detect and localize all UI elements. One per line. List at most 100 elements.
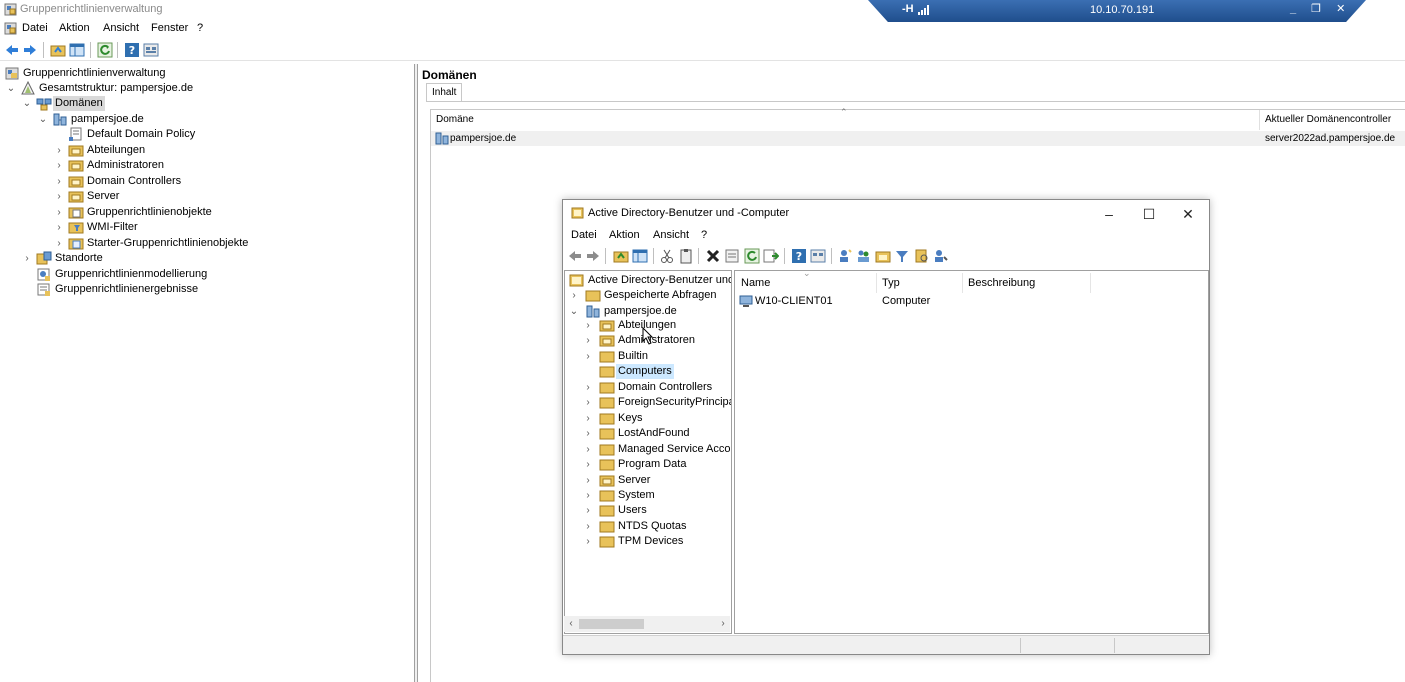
aduc-menu-ansicht[interactable]: Ansicht	[653, 229, 689, 241]
aduc-menu-datei[interactable]: Datei	[571, 229, 597, 241]
forward-arrow-icon[interactable]	[585, 248, 601, 264]
expand-chevron-icon[interactable]: ›	[583, 395, 593, 410]
menu-help[interactable]: ?	[197, 22, 203, 34]
expand-chevron-icon[interactable]: ›	[54, 236, 64, 251]
add-to-group-icon[interactable]	[933, 248, 949, 264]
refresh-icon[interactable]	[744, 248, 760, 264]
tree-label: Managed Service Accounts	[618, 443, 731, 455]
expand-chevron-icon[interactable]: ›	[583, 411, 593, 426]
export-list-icon[interactable]	[763, 248, 779, 264]
expand-chevron-icon[interactable]: ›	[583, 426, 593, 441]
sort-ascending-icon: ⌃	[840, 107, 848, 117]
show-hide-tree-icon[interactable]	[632, 248, 648, 264]
expand-chevron-icon[interactable]: ›	[583, 457, 593, 472]
expand-chevron-icon[interactable]: ›	[54, 174, 64, 189]
collapse-chevron-icon[interactable]: ⌄	[22, 96, 32, 111]
rdp-window-controls[interactable]: _ ❐ ✕	[1290, 2, 1351, 15]
aduc-menu-help[interactable]: ?	[701, 229, 707, 241]
column-header-dc[interactable]: Aktueller Domänencontroller	[1265, 110, 1391, 130]
menu-fenster[interactable]: Fenster	[151, 22, 188, 34]
filter-icon[interactable]	[894, 248, 910, 264]
expand-chevron-icon[interactable]: ›	[583, 534, 593, 549]
expand-chevron-icon[interactable]: ›	[583, 488, 593, 503]
properties-view-icon[interactable]	[143, 42, 159, 58]
new-group-icon[interactable]	[856, 248, 872, 264]
maximize-button[interactable]: ☐	[1130, 203, 1168, 225]
tree-horizontal-scrollbar[interactable]: ‹ ›	[564, 616, 730, 632]
folder-icon	[599, 413, 615, 425]
scroll-right-icon[interactable]: ›	[716, 616, 730, 632]
column-separator[interactable]	[1259, 110, 1260, 130]
gpo-link-icon	[69, 127, 82, 141]
forest-icon	[21, 81, 35, 95]
toolbar-separator	[117, 42, 118, 58]
cut-icon[interactable]	[659, 248, 675, 264]
help-icon[interactable]: ?	[124, 42, 140, 58]
expand-chevron-icon[interactable]: ›	[583, 519, 593, 534]
column-header-domain[interactable]: Domäne	[436, 110, 474, 130]
expand-chevron-icon[interactable]: ›	[54, 158, 64, 173]
menu-aktion[interactable]: Aktion	[59, 22, 90, 34]
find-icon[interactable]	[914, 248, 930, 264]
expand-chevron-icon[interactable]: ›	[54, 220, 64, 235]
expand-chevron-icon[interactable]: ›	[54, 205, 64, 220]
properties-view-icon[interactable]	[810, 248, 826, 264]
up-folder-icon[interactable]	[50, 42, 66, 58]
column-header-typ[interactable]: Typ	[882, 274, 900, 292]
scroll-left-icon[interactable]: ‹	[564, 616, 578, 632]
toolbar-separator	[90, 42, 91, 58]
tree-label: Server	[87, 190, 120, 202]
console-icon[interactable]	[4, 22, 17, 35]
paste-icon[interactable]	[678, 248, 694, 264]
menu-datei[interactable]: Datei	[22, 22, 48, 34]
back-arrow-icon[interactable]	[4, 42, 20, 58]
expand-chevron-icon[interactable]: ›	[54, 189, 64, 204]
scrollbar-thumb[interactable]	[579, 619, 644, 629]
minimize-button[interactable]: –	[1090, 203, 1128, 225]
help-icon[interactable]: ?	[791, 248, 807, 264]
tree-label: Domain Controllers	[618, 381, 713, 393]
column-separator[interactable]	[1090, 273, 1091, 293]
aduc-ou-list: › Abteilungen › Administratoren › Builtin Comp…	[563, 270, 731, 610]
expand-chevron-icon[interactable]: ›	[22, 251, 32, 266]
rdp-pin-icon[interactable]: -H	[902, 3, 914, 15]
pane-splitter[interactable]	[415, 64, 418, 682]
column-separator[interactable]	[876, 273, 877, 293]
expand-chevron-icon[interactable]: ›	[54, 143, 64, 158]
menu-ansicht[interactable]: Ansicht	[103, 22, 139, 34]
refresh-icon[interactable]	[97, 42, 113, 58]
expand-chevron-icon[interactable]: ›	[583, 349, 593, 364]
gpmc-app-icon	[4, 3, 17, 16]
tree-label: Users	[618, 504, 647, 516]
column-header-beschreibung[interactable]: Beschreibung	[968, 274, 1035, 292]
collapse-chevron-icon[interactable]: ⌄	[6, 81, 16, 96]
tab-inhalt[interactable]: Inhalt	[426, 83, 463, 102]
ou-folder-icon	[599, 320, 615, 332]
back-arrow-icon[interactable]	[567, 248, 583, 264]
delete-icon[interactable]	[705, 248, 721, 264]
properties-icon[interactable]	[724, 248, 740, 264]
aduc-menu-aktion[interactable]: Aktion	[609, 229, 640, 241]
table-row[interactable]: W10-CLIENT01 Computer	[735, 294, 1208, 310]
new-user-icon[interactable]	[837, 248, 853, 264]
close-button[interactable]: ✕	[1169, 203, 1207, 225]
show-hide-tree-icon[interactable]	[69, 42, 85, 58]
expand-chevron-icon[interactable]: ›	[583, 333, 593, 348]
expand-chevron-icon[interactable]: ›	[583, 503, 593, 518]
new-ou-icon[interactable]	[875, 248, 891, 264]
up-folder-icon[interactable]	[613, 248, 629, 264]
column-separator[interactable]	[962, 273, 963, 293]
forward-arrow-icon[interactable]	[22, 42, 38, 58]
tree-label: Computers	[616, 364, 674, 379]
collapse-chevron-icon[interactable]: ⌄	[38, 112, 48, 127]
ou-folder-icon	[68, 160, 84, 172]
table-row[interactable]: pampersjoe.de server2022ad.pampersjoe.de	[431, 131, 1405, 146]
aduc-titlebar[interactable]: Active Directory-Benutzer und -Computer …	[563, 200, 1209, 227]
expand-chevron-icon[interactable]: ›	[583, 473, 593, 488]
expand-chevron-icon[interactable]: ›	[583, 380, 593, 395]
column-header-name[interactable]: Name	[741, 274, 770, 292]
expand-chevron-icon[interactable]: ›	[583, 442, 593, 457]
expand-chevron-icon[interactable]: ›	[583, 318, 593, 333]
menu-bar: Datei Aktion Ansicht Fenster ?	[0, 19, 1405, 38]
tree-label: Gruppenrichtlinienmodellierung	[55, 268, 208, 280]
